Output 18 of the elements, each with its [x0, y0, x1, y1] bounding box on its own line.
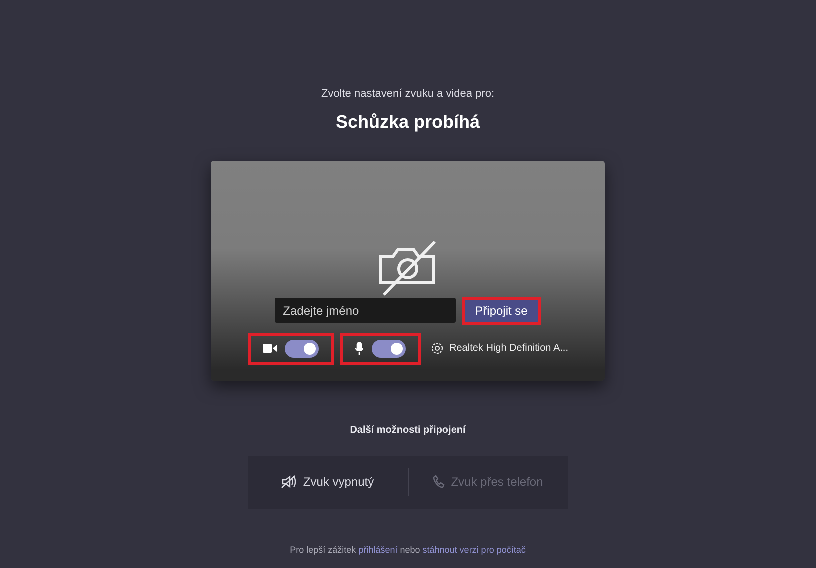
camera-off-icon	[378, 238, 438, 296]
speaker-muted-icon	[281, 475, 298, 489]
audio-device-label[interactable]: Realtek High Definition A...	[450, 341, 568, 356]
footer-text: Pro lepší zážitek přihlášení nebo stáhnout verzi pro počítač	[290, 544, 526, 557]
video-camera-icon	[262, 344, 277, 353]
phone-icon	[433, 475, 446, 489]
meeting-subtitle: Zvolte nastavení zvuku a videa pro:	[321, 87, 495, 102]
join-option-button[interactable]: Zvuk vypnutý	[248, 473, 408, 491]
toggle-switch[interactable]	[284, 340, 319, 358]
toggle-switch[interactable]	[372, 340, 406, 358]
join-button[interactable]: Připojit se	[462, 296, 541, 324]
more-options-heading: Další možnosti připojení	[350, 424, 466, 438]
microphone-icon	[354, 342, 364, 356]
meeting-title: Schůzka probíhá	[336, 110, 480, 134]
download-link[interactable]: stáhnout verzi pro počítač	[422, 544, 526, 554]
name-input-field[interactable]: Zadejte jméno	[275, 298, 456, 323]
settings-icon[interactable]	[430, 342, 444, 355]
sign-in-link[interactable]: přihlášení	[358, 544, 398, 554]
